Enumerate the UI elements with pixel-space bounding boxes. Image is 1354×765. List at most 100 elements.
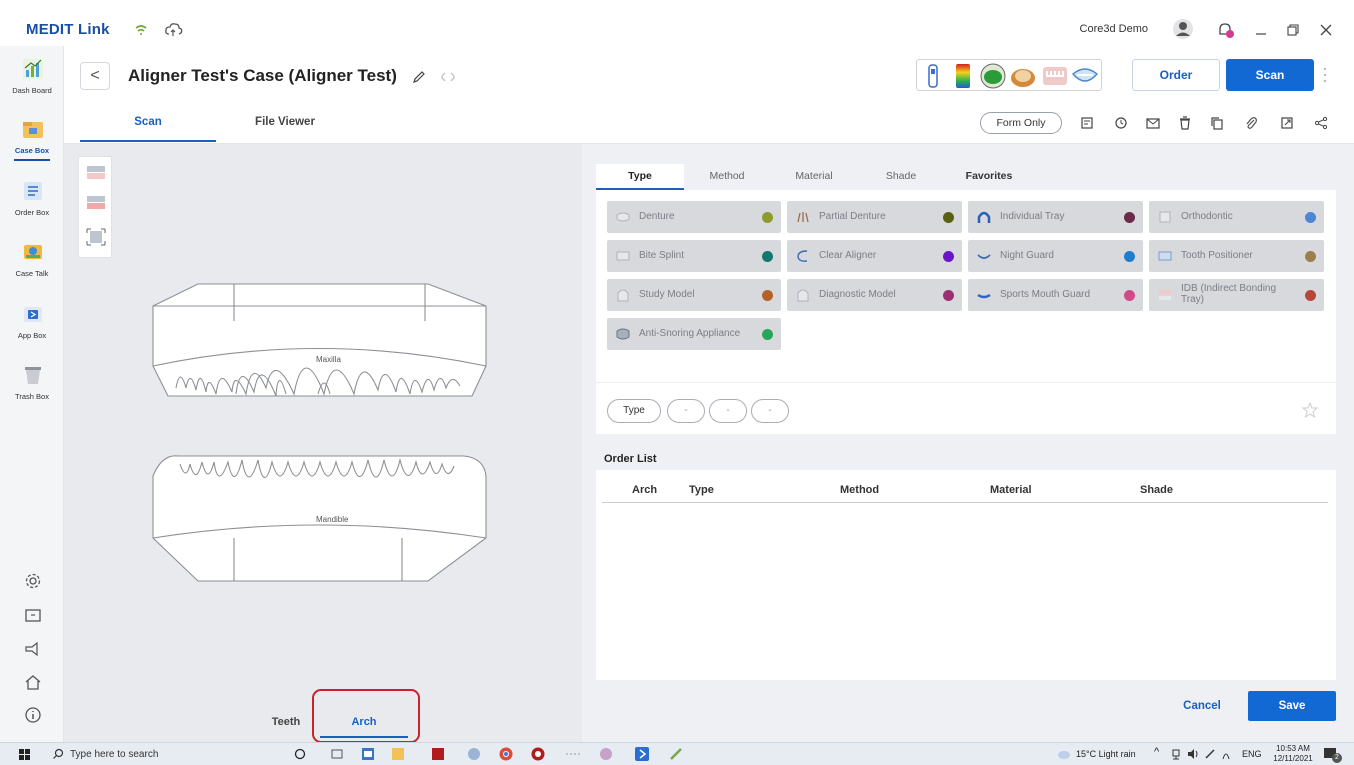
type-chip-bite-splint[interactable]: Bite Splint [607, 240, 781, 272]
nav-app-box[interactable]: App Box [0, 293, 64, 349]
type-color-dot [1305, 290, 1316, 301]
tray-overflow-icon[interactable]: ^ [1154, 746, 1159, 758]
filter-pill-shade[interactable]: - [751, 399, 789, 423]
tab-method[interactable]: Method [684, 164, 770, 190]
attachment-icon[interactable] [1244, 116, 1258, 130]
clock[interactable]: 10:53 AM 12/11/2021 [1270, 744, 1316, 764]
minimize-icon[interactable] [1254, 24, 1268, 36]
notification-bell-icon[interactable] [1216, 21, 1236, 39]
arch-diagram[interactable]: Maxilla Mandible [148, 276, 492, 588]
settings-gear-icon[interactable] [24, 572, 42, 590]
folder-icon[interactable] [24, 606, 42, 624]
save-button[interactable]: Save [1248, 691, 1336, 721]
nav-dashboard[interactable]: Dash Board [0, 48, 64, 104]
type-chip-individual-tray[interactable]: Individual Tray [968, 201, 1143, 233]
type-chip-denture[interactable]: Denture [607, 201, 781, 233]
history-icon[interactable] [1114, 116, 1128, 130]
view-fit-icon[interactable] [85, 227, 107, 247]
individual-tray-icon [977, 211, 991, 223]
smile-app-icon[interactable] [1071, 64, 1099, 88]
pen-icon[interactable] [1204, 748, 1218, 760]
tab-material[interactable]: Material [770, 164, 858, 190]
tab-shade[interactable]: Shade [858, 164, 944, 190]
restore-icon[interactable] [1286, 23, 1300, 37]
type-color-dot [1124, 290, 1135, 301]
scanner-app-icon[interactable] [921, 63, 945, 89]
column-header-method: Method [840, 484, 880, 496]
share-icon[interactable] [1314, 116, 1328, 130]
export-icon[interactable] [1280, 116, 1294, 130]
taskbar-app-6-icon[interactable] [564, 749, 582, 759]
tab-type[interactable]: Type [596, 164, 684, 190]
taskbar-app-5-icon[interactable] [530, 746, 546, 762]
maxilla-model[interactable] [152, 283, 487, 397]
taskbar-app-8-icon[interactable] [668, 746, 684, 762]
tab-file-viewer[interactable]: File Viewer [220, 116, 350, 142]
close-icon[interactable] [1319, 23, 1333, 37]
model-green-app-icon[interactable] [979, 62, 1007, 90]
taskbar-app-3-icon[interactable] [430, 746, 446, 762]
filter-pill-material[interactable]: - [709, 399, 747, 423]
medit-app-box-taskbar-icon[interactable] [634, 746, 650, 762]
scan-canvas[interactable]: Maxilla Mandible Teeth Arch [64, 144, 582, 743]
edit-pencil-icon[interactable] [412, 70, 426, 84]
announcement-icon[interactable] [24, 640, 42, 658]
nav-trash-box[interactable]: Trash Box [0, 354, 64, 410]
link-icon[interactable] [440, 69, 456, 85]
view-mandible-icon[interactable] [85, 193, 107, 213]
favorite-star-icon[interactable] [1302, 402, 1318, 418]
form-only-button[interactable]: Form Only [980, 112, 1062, 134]
taskbar-app-2-icon[interactable] [390, 746, 406, 762]
study-model-icon [617, 289, 629, 302]
filter-pill-type[interactable]: Type [607, 399, 661, 423]
copy-icon[interactable] [1210, 116, 1224, 130]
order-button[interactable]: Order [1132, 59, 1220, 91]
nav-case-talk[interactable]: Case Talk [0, 231, 64, 287]
cloud-sync-icon[interactable] [164, 21, 184, 37]
color-map-app-icon[interactable] [951, 63, 975, 89]
more-vertical-icon[interactable] [1322, 66, 1328, 84]
cortana-icon[interactable] [294, 748, 306, 760]
type-chip-night-guard[interactable]: Night Guard [968, 240, 1143, 272]
view-maxilla-icon[interactable] [85, 163, 107, 183]
scan-button[interactable]: Scan [1226, 59, 1314, 91]
network-icon[interactable] [1170, 748, 1182, 760]
type-chip-tooth-positioner[interactable]: Tooth Positioner [1149, 240, 1324, 272]
type-chip-clear-aligner[interactable]: Clear Aligner [787, 240, 962, 272]
model-builder-app-icon[interactable] [1009, 62, 1039, 90]
type-chip-study-model[interactable]: Study Model [607, 279, 781, 311]
windows-start-icon[interactable] [18, 748, 32, 762]
nav-case-box[interactable]: Case Box [0, 108, 64, 164]
type-chip-anti-snoring[interactable]: Anti-Snoring Appliance [607, 318, 781, 350]
tooth-positioner-icon [1158, 251, 1172, 261]
type-chip-idb[interactable]: IDB (Indirect Bonding Tray) [1149, 279, 1324, 311]
tab-favorites[interactable]: Favorites [944, 164, 1034, 190]
memo-icon[interactable] [1080, 116, 1094, 130]
taskbar-app-1-icon[interactable] [360, 746, 376, 762]
partial-denture-icon [797, 212, 809, 223]
type-chip-diagnostic-model[interactable]: Diagnostic Model [787, 279, 962, 311]
avatar-icon[interactable] [1172, 18, 1194, 40]
back-button[interactable]: < [80, 62, 110, 90]
type-chip-orthodontic[interactable]: Orthodontic [1149, 201, 1324, 233]
tab-scan[interactable]: Scan [80, 116, 216, 142]
language-indicator[interactable]: ENG [1242, 749, 1262, 759]
taskbar-app-7-icon[interactable] [598, 746, 614, 762]
chrome-icon[interactable] [498, 746, 514, 762]
volume-icon[interactable] [1186, 748, 1200, 760]
taskbar-app-4-icon[interactable] [466, 746, 482, 762]
type-chip-partial-denture[interactable]: Partial Denture [787, 201, 962, 233]
cancel-button[interactable]: Cancel [1172, 692, 1232, 720]
type-chip-sports-mouth-guard[interactable]: Sports Mouth Guard [968, 279, 1143, 311]
weather-icon [1058, 751, 1070, 759]
home-icon[interactable] [24, 673, 42, 691]
filter-pill-method[interactable]: - [667, 399, 705, 423]
info-icon[interactable] [24, 706, 42, 724]
delete-icon[interactable] [1178, 116, 1192, 130]
teeth-app-icon[interactable] [1041, 63, 1069, 89]
mail-icon[interactable] [1146, 116, 1160, 130]
nav-order-box[interactable]: Order Box [0, 170, 64, 226]
touch-keyboard-icon[interactable] [1220, 747, 1232, 761]
taskbar-search-input[interactable]: Type here to search [70, 749, 158, 760]
task-view-icon[interactable] [330, 747, 344, 761]
